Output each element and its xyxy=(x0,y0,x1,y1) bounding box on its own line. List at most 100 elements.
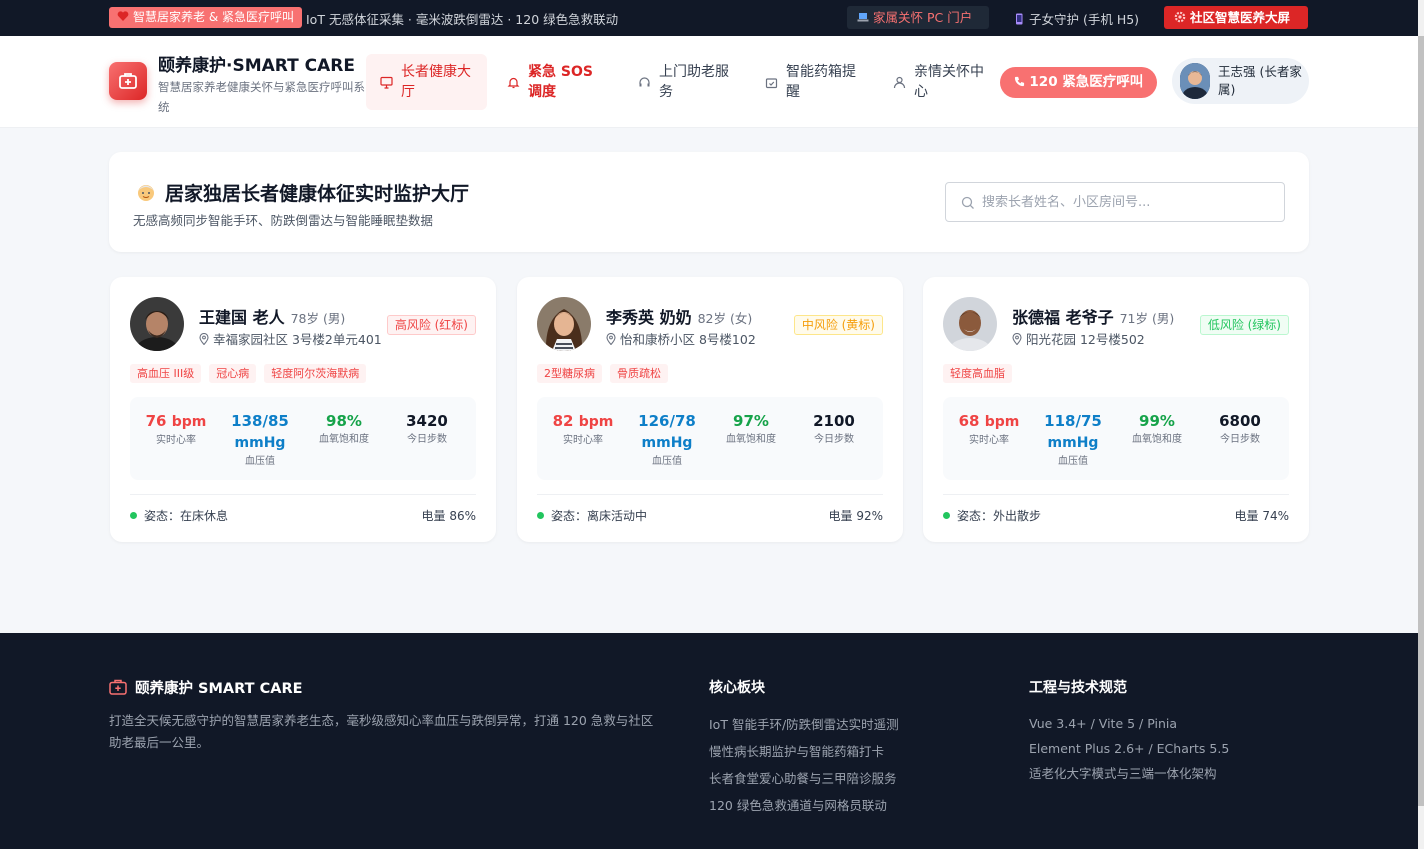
steps-value: 3420 xyxy=(406,412,448,430)
battery-level: 电量 92% xyxy=(828,509,884,523)
patient-address-text: 怡和康桥小区 8号楼102 xyxy=(620,332,756,347)
battery-level: 电量 86% xyxy=(421,509,477,523)
steps-metric: 3420 今日步数 xyxy=(387,411,467,447)
app-logo[interactable] xyxy=(109,62,147,100)
brand-subtitle: 智慧居家养老健康关怀与紧急医疗呼叫系统 xyxy=(158,80,365,114)
posture-text: 姿态：在床休息 xyxy=(144,509,229,523)
heart-rate-unit: bpm xyxy=(171,414,207,430)
nav-pill-box[interactable]: 智能药箱提醒 xyxy=(765,54,865,110)
footer-brand: 颐养康护 SMART CARE xyxy=(109,677,303,698)
phone-call-icon xyxy=(1014,76,1024,87)
patient-avatar xyxy=(943,297,997,351)
card-divider xyxy=(130,494,476,495)
system-badge-label: 智慧居家养老 & 紧急医疗呼叫 xyxy=(133,10,294,24)
emergency-120-button[interactable]: 120 紧急医疗呼叫 xyxy=(1000,67,1157,98)
heart-rate-value: 76 xyxy=(145,412,167,430)
blood-pressure-label: 血压值 xyxy=(652,456,682,467)
nav-health-hall[interactable]: 长者健康大厅 xyxy=(366,54,487,110)
patient-address: 幸福家园社区 3号楼2单元401 xyxy=(199,329,382,348)
nav-home-service-label: 上门助老服务 xyxy=(659,64,729,100)
nav-family-care[interactable]: 亲情关怀中心 xyxy=(893,54,993,110)
condition-tag: 冠心病 xyxy=(209,364,257,383)
child-h5-link[interactable]: 子女守护 (手机 H5) xyxy=(1013,9,1139,28)
blood-pressure-unit: mmHg xyxy=(234,435,286,451)
family-pc-link[interactable]: 家属关怀 PC 门户 xyxy=(847,6,989,29)
nav-family-care-label: 亲情关怀中心 xyxy=(914,64,984,100)
laptop-icon xyxy=(857,13,869,22)
footer-brand-text: 颐养康护 SMART CARE xyxy=(135,681,303,697)
steps-label: 今日步数 xyxy=(407,434,447,445)
status-dot xyxy=(537,512,544,519)
location-pin-icon xyxy=(1012,332,1022,346)
search-icon xyxy=(961,196,974,209)
patient-card[interactable]: 王建国 老人 78岁 (男) 幸福家园社区 3号楼2单元401 高风险 (红标) … xyxy=(110,277,496,542)
family-pc-link-label: 家属关怀 PC 门户 xyxy=(873,10,973,25)
blood-pressure-unit: mmHg xyxy=(1047,435,1099,451)
blood-pressure-label: 血压值 xyxy=(245,456,275,467)
condition-tags: 轻度高血脂 xyxy=(943,364,1012,383)
condition-tag: 骨质疏松 xyxy=(610,364,668,383)
nav-health-hall-label: 长者健康大厅 xyxy=(401,64,471,100)
patient-card[interactable]: 张德福 老爷子 71岁 (男) 阳光花园 12号楼502 低风险 (绿标) 轻度高… xyxy=(923,277,1309,542)
condition-tag: 轻度阿尔茨海默病 xyxy=(264,364,367,383)
monitor-hall-banner: 居家独居长者健康体征实时监护大厅 无感高频同步智能手环、防跌倒雷达与智能睡眠垫数… xyxy=(109,152,1309,252)
footer-link: Vue 3.4+ / Vite 5 / Pinia xyxy=(1029,716,1178,731)
patient-age: 71岁 (男) xyxy=(1119,311,1175,326)
spo2-label: 血氧饱和度 xyxy=(1132,434,1182,445)
blood-pressure-metric: 118/75 mmHg 血压值 xyxy=(1033,411,1113,469)
heart-rate-unit: bpm xyxy=(984,414,1020,430)
patient-age: 78岁 (男) xyxy=(290,311,346,326)
spo2-value: 99% xyxy=(1139,412,1175,430)
patient-address-text: 幸福家园社区 3号楼2单元401 xyxy=(213,332,382,347)
user-avatar xyxy=(1180,63,1210,99)
patient-age: 82岁 (女) xyxy=(697,311,753,326)
risk-badge: 高风险 (红标) xyxy=(386,315,476,335)
community-screen-link-label: 社区智慧医养大屏 xyxy=(1190,10,1291,25)
condition-tag: 2型糖尿病 xyxy=(537,364,602,383)
heart-rate-metric: 68 bpm 实时心率 xyxy=(949,411,1029,448)
user-icon xyxy=(893,76,906,88)
vitals-panel: 76 bpm 实时心率 138/85 mmHg 血压值 98% 血氧饱和度 342… xyxy=(130,397,476,480)
scrollbar-thumb[interactable] xyxy=(1418,36,1424,806)
footer-link[interactable]: 120 绿色急救通道与网格员联动 xyxy=(709,792,899,819)
monitor-icon xyxy=(380,76,393,89)
top-strip: 智慧居家养老 & 紧急医疗呼叫 IoT 无感体征采集 · 毫米波跌倒雷达 · 1… xyxy=(0,0,1418,36)
footer-tech-specs: 工程与技术规范 Vue 3.4+ / Vite 5 / Pinia Elemen… xyxy=(1029,677,1229,786)
steps-metric: 6800 今日步数 xyxy=(1200,411,1280,447)
posture-text: 姿态：离床活动中 xyxy=(551,509,648,523)
posture-text: 姿态：外出散步 xyxy=(957,509,1042,523)
nav-home-service[interactable]: 上门助老服务 xyxy=(638,54,738,110)
community-screen-link[interactable]: 社区智慧医养大屏 xyxy=(1164,6,1308,29)
footer-link[interactable]: 慢性病长期监护与智能药箱打卡 xyxy=(709,738,899,765)
patient-name-text: 张德福 老爷子 xyxy=(1012,308,1114,327)
footer-description: 打造全天候无感守护的智慧居家养老生态，毫秒级感知心率血压与跌倒异常，打通 120… xyxy=(109,713,654,750)
user-profile[interactable]: 王志强 (长者家属) xyxy=(1172,58,1309,104)
blood-pressure-metric: 138/85 mmHg 血压值 xyxy=(220,411,300,469)
feature-ticker: IoT 无感体征采集 · 毫米波跌倒雷达 · 120 绿色急救联动 xyxy=(306,12,619,27)
spo2-metric: 99% 血氧饱和度 xyxy=(1117,411,1197,447)
footer-link[interactable]: 长者食堂爱心助餐与三甲陪诊服务 xyxy=(709,765,899,792)
steps-value: 2100 xyxy=(813,412,855,430)
search-input[interactable] xyxy=(982,191,1272,213)
heart-rate-value: 82 xyxy=(552,412,574,430)
location-pin-icon xyxy=(606,332,616,346)
patient-card[interactable]: 李秀英 奶奶 82岁 (女) 怡和康桥小区 8号楼102 中风险 (黄标) 2型糖… xyxy=(517,277,903,542)
search-box[interactable] xyxy=(945,182,1285,222)
nav-sos-dispatch-label: 紧急 SOS 调度 xyxy=(528,64,593,100)
heart-rate-value: 68 xyxy=(958,412,980,430)
system-badge: 智慧居家养老 & 紧急医疗呼叫 xyxy=(109,7,302,28)
steps-value: 6800 xyxy=(1219,412,1261,430)
footer-core-modules: 核心板块 IoT 智能手环/防跌倒雷达实时遥测 慢性病长期监护与智能药箱打卡 长… xyxy=(709,677,899,819)
footer-link[interactable]: IoT 智能手环/防跌倒雷达实时遥测 xyxy=(709,711,899,738)
brand-title: 颐养康护·SMART CARE xyxy=(158,56,355,76)
nav-sos-dispatch[interactable]: 紧急 SOS 调度 xyxy=(507,54,617,110)
heart-rate-label: 实时心率 xyxy=(563,435,603,446)
blood-pressure-value: 138/85 xyxy=(231,412,289,430)
headset-icon xyxy=(639,76,650,86)
condition-tag: 轻度高血脂 xyxy=(943,364,1012,383)
vitals-panel: 68 bpm 实时心率 118/75 mmHg 血压值 99% 血氧饱和度 680… xyxy=(943,397,1289,480)
steps-metric: 2100 今日步数 xyxy=(794,411,874,447)
spo2-label: 血氧饱和度 xyxy=(319,434,369,445)
spo2-label: 血氧饱和度 xyxy=(726,434,776,445)
blood-pressure-metric: 126/78 mmHg 血压值 xyxy=(627,411,707,469)
